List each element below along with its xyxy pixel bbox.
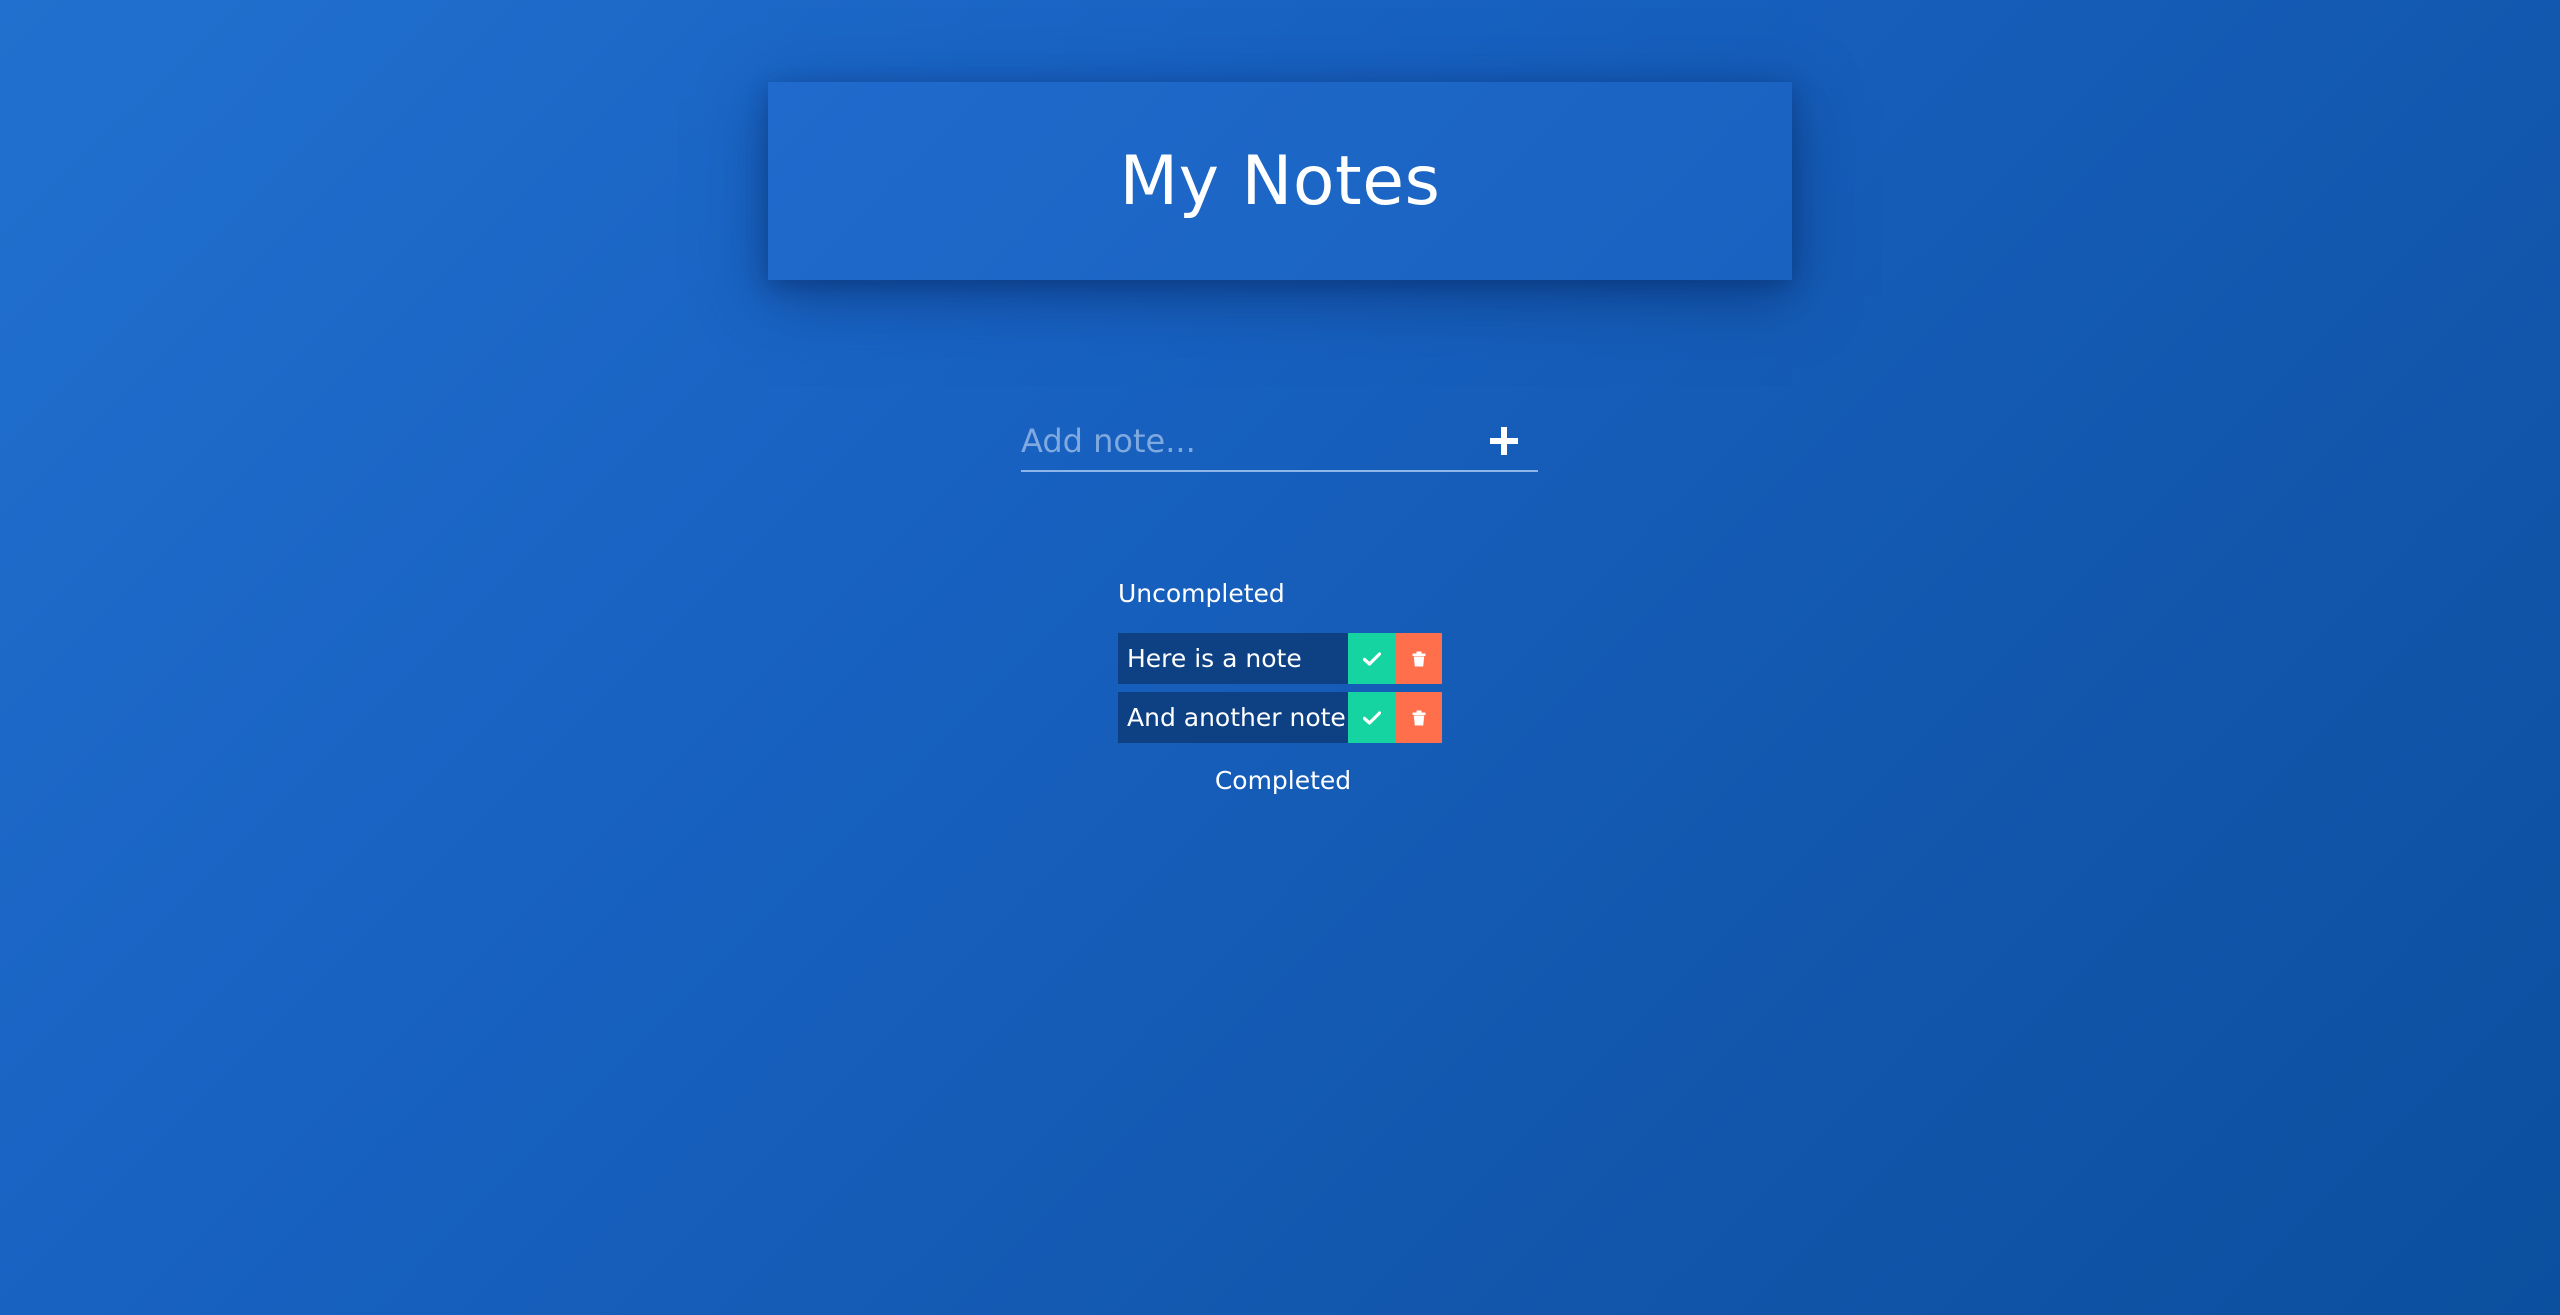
delete-button[interactable] — [1395, 692, 1442, 743]
trash-icon — [1412, 710, 1425, 725]
check-icon — [1362, 710, 1381, 725]
delete-button[interactable] — [1395, 633, 1442, 684]
uncompleted-heading: Uncompleted — [1118, 579, 1285, 608]
header-card: My Notes — [768, 82, 1792, 280]
uncompleted-list: Here is a note And another note — [1118, 633, 1442, 751]
add-note-button[interactable] — [1480, 417, 1528, 465]
add-note-input[interactable] — [1021, 412, 1480, 470]
add-note-form — [1021, 412, 1538, 472]
check-icon — [1362, 651, 1381, 666]
page-title: My Notes — [1119, 141, 1441, 221]
note-text: And another note — [1118, 692, 1348, 743]
list-item: Here is a note — [1118, 633, 1442, 684]
complete-button[interactable] — [1348, 633, 1395, 684]
list-item: And another note — [1118, 692, 1442, 743]
complete-button[interactable] — [1348, 692, 1395, 743]
trash-icon — [1412, 651, 1425, 666]
plus-icon — [1490, 427, 1518, 455]
note-text: Here is a note — [1118, 633, 1348, 684]
completed-heading: Completed — [1214, 766, 1352, 795]
